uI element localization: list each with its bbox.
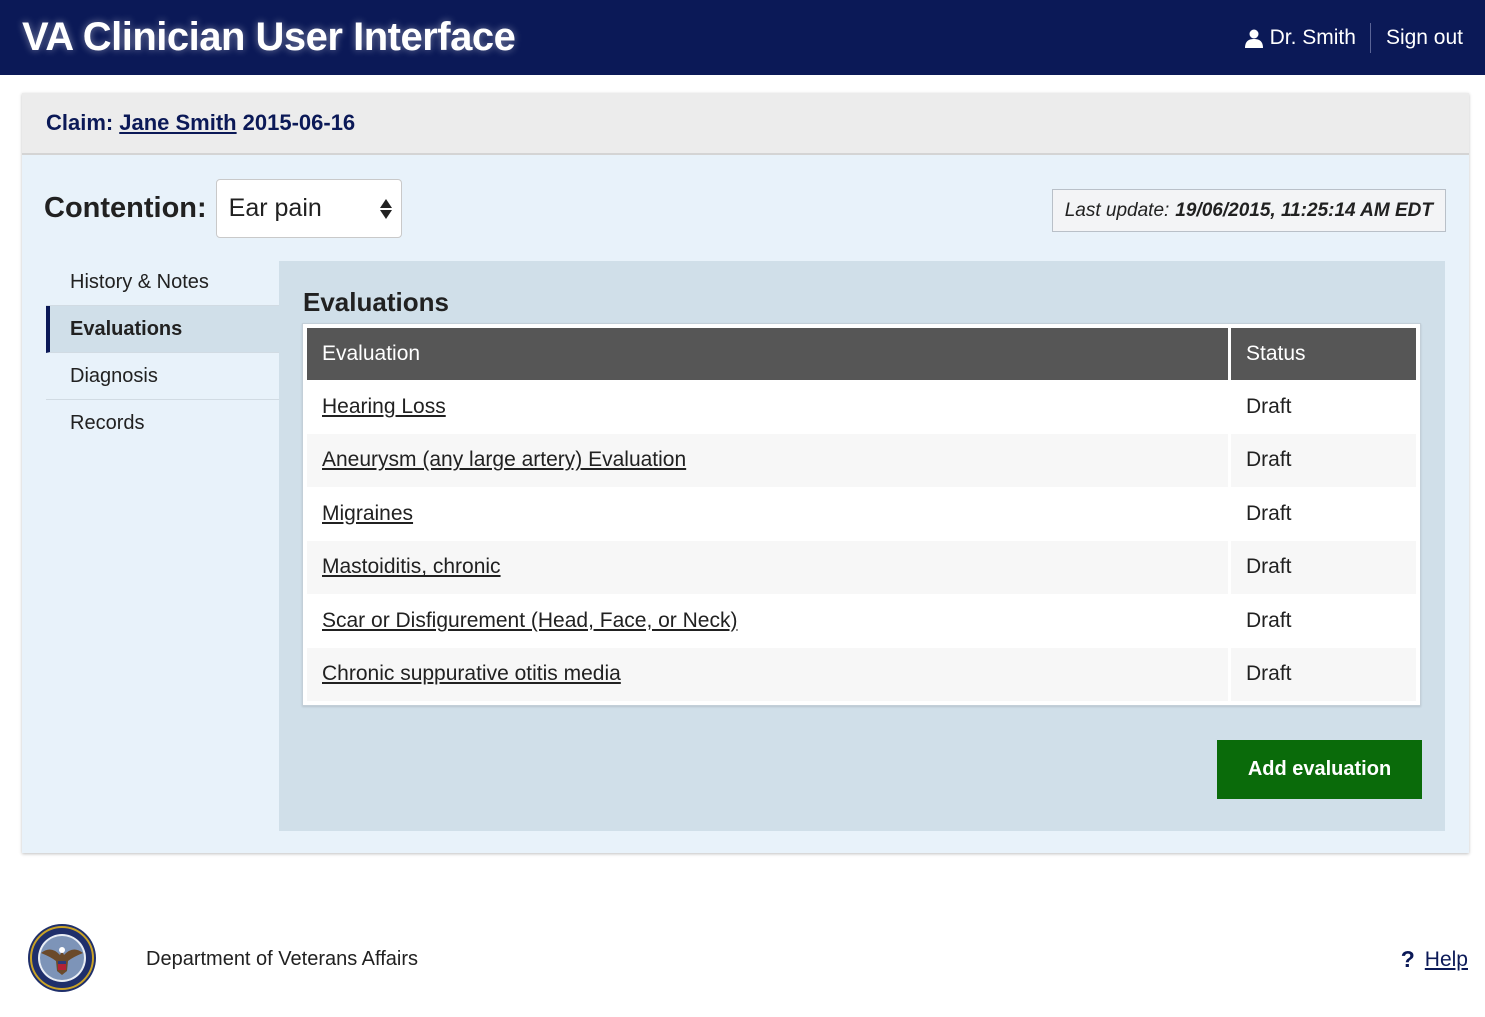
sign-out-link[interactable]: Sign out [1371, 26, 1463, 50]
column-header-status[interactable]: Status [1228, 328, 1416, 380]
select-arrows-icon [379, 198, 392, 219]
evaluation-cell: Migraines [307, 487, 1228, 541]
status-cell: Draft [1228, 540, 1416, 594]
table-row: Mastoiditis, chronic Draft [307, 540, 1416, 594]
va-seal-icon [28, 924, 96, 992]
side-nav: History & Notes Evaluations Diagnosis Re… [46, 259, 279, 447]
evaluations-panel: Evaluations Evaluation Status Hearing Lo… [279, 261, 1445, 831]
evaluation-link-mastoiditis[interactable]: Mastoiditis, chronic [322, 555, 501, 578]
table-row: Aneurysm (any large artery) Evaluation D… [307, 433, 1416, 487]
column-header-evaluation[interactable]: Evaluation [307, 328, 1228, 380]
evaluation-link-hearing-loss[interactable]: Hearing Loss [322, 395, 446, 418]
evaluation-link-migraines[interactable]: Migraines [322, 502, 413, 525]
evaluation-cell: Hearing Loss [307, 380, 1228, 434]
status-cell: Draft [1228, 594, 1416, 648]
contention-row: Contention: Ear pain [44, 179, 402, 238]
user-profile-link[interactable]: Dr. Smith [1244, 22, 1371, 53]
user-name: Dr. Smith [1269, 25, 1356, 49]
evaluations-title: Evaluations [303, 287, 449, 317]
status-cell: Draft [1228, 380, 1416, 434]
evaluation-link-scar-disfigurement[interactable]: Scar or Disfigurement (Head, Face, or Ne… [322, 609, 737, 632]
contention-selected-value: Ear pain [228, 194, 322, 222]
last-update-label: Last update: [1064, 199, 1170, 221]
table-row: Scar or Disfigurement (Head, Face, or Ne… [307, 594, 1416, 648]
evaluation-cell: Chronic suppurative otitis media [307, 647, 1228, 701]
side-nav-item-diagnosis[interactable]: Diagnosis [46, 353, 279, 400]
patient-name-link[interactable]: Jane Smith [119, 110, 236, 136]
claim-date: 2015-06-16 [242, 110, 356, 135]
last-update-value: 19/06/2015, 11:25:14 AM EDT [1175, 199, 1433, 221]
table-row: Hearing Loss Draft [307, 380, 1416, 434]
user-icon [1244, 29, 1263, 48]
evaluation-link-otitis-media[interactable]: Chronic suppurative otitis media [322, 662, 621, 685]
app-title: VA Clinician User Interface [22, 15, 516, 59]
status-cell: Draft [1228, 433, 1416, 487]
last-update-box: Last update: 19/06/2015, 11:25:14 AM EDT [1051, 189, 1446, 232]
add-evaluation-button[interactable]: Add evaluation [1217, 740, 1422, 799]
status-cell: Draft [1228, 487, 1416, 541]
evaluation-cell: Aneurysm (any large artery) Evaluation [307, 433, 1228, 487]
claim-bar: Claim: Jane Smith 2015-06-16 [22, 93, 1469, 155]
evaluation-link-aneurysm[interactable]: Aneurysm (any large artery) Evaluation [322, 448, 686, 471]
status-cell: Draft [1228, 647, 1416, 701]
contention-select[interactable]: Ear pain [215, 179, 402, 238]
side-nav-item-evaluations[interactable]: Evaluations [46, 306, 279, 353]
evaluations-table: Evaluation Status Hearing Loss Draft Ane… [307, 328, 1416, 701]
help-link[interactable]: Help [1425, 948, 1468, 972]
user-area: Dr. Smith Sign out [1244, 22, 1463, 53]
claim-prefix: Claim: [46, 110, 114, 135]
page-footer: Department of Veterans Affairs ? Help [0, 920, 1485, 1000]
app-header: VA Clinician User Interface Dr. Smith Si… [0, 0, 1485, 75]
evaluation-cell: Scar or Disfigurement (Head, Face, or Ne… [307, 594, 1228, 648]
evaluation-cell: Mastoiditis, chronic [307, 540, 1228, 594]
help-area: ? Help [1401, 946, 1468, 973]
evaluations-table-container: Evaluation Status Hearing Loss Draft Ane… [302, 323, 1421, 706]
side-nav-item-records[interactable]: Records [46, 400, 279, 447]
contention-label: Contention: [44, 192, 207, 224]
table-header-row: Evaluation Status [307, 328, 1416, 380]
side-nav-item-history-notes[interactable]: History & Notes [46, 259, 279, 306]
table-row: Migraines Draft [307, 487, 1416, 541]
department-name: Department of Veterans Affairs [146, 948, 419, 970]
claim-card: Claim: Jane Smith 2015-06-16 Contention:… [22, 93, 1469, 853]
question-mark-icon: ? [1400, 946, 1415, 972]
table-row: Chronic suppurative otitis media Draft [307, 647, 1416, 701]
